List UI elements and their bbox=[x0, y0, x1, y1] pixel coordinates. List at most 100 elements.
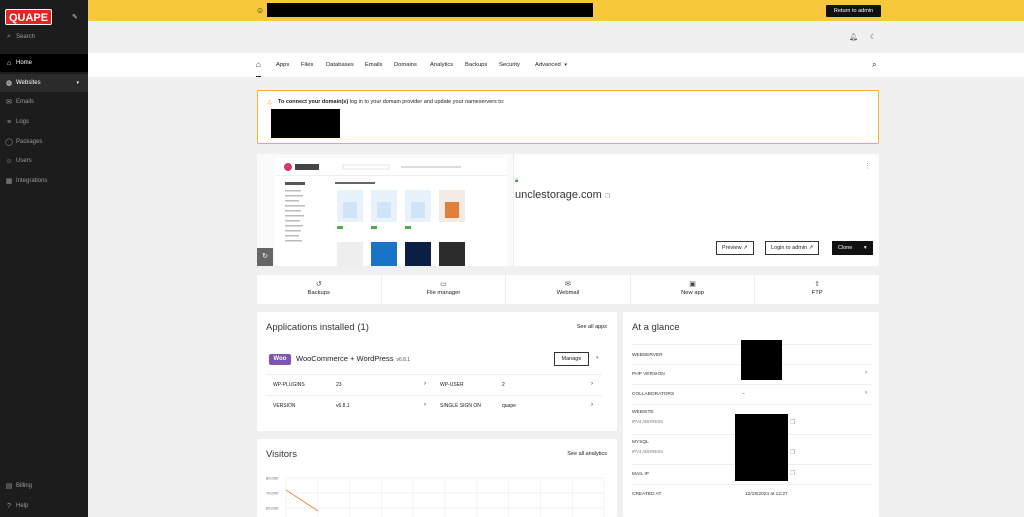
glance-label: MYSQL bbox=[632, 440, 649, 445]
action-webmail[interactable]: ✉ Webmail bbox=[506, 275, 631, 304]
site-preview-image bbox=[275, 163, 507, 266]
impersonation-banner: ☺ Return to admin bbox=[88, 0, 1024, 21]
glance-label: WEBSITE bbox=[632, 410, 654, 415]
search-icon: ⌕ bbox=[7, 33, 11, 40]
website-screenshot[interactable]: ↻ bbox=[257, 154, 514, 266]
see-all-analytics-link[interactable]: See all analytics bbox=[567, 451, 607, 457]
sidebar-item-users[interactable]: ☺ Users bbox=[0, 152, 88, 170]
copy-icon[interactable]: ❐ bbox=[790, 449, 795, 456]
notice-bold: To connect your domain(s) bbox=[278, 99, 349, 105]
tab-backups[interactable]: Backups bbox=[465, 53, 487, 77]
chevron-right-icon: › bbox=[865, 390, 867, 396]
return-to-admin-button[interactable]: Return to admin bbox=[826, 5, 881, 17]
globe-icon: ◍ bbox=[5, 80, 13, 87]
table-row[interactable]: WP-PLUGINS 23 › WP-USER 2 › bbox=[266, 374, 602, 395]
tab-domains[interactable]: Domains bbox=[394, 53, 417, 77]
sidebar-item-integrations[interactable]: ▦ Integrations bbox=[0, 172, 88, 190]
chevron-down-icon: ▾ bbox=[564, 62, 567, 68]
action-new-app[interactable]: ▣ New app bbox=[631, 275, 756, 304]
sidebar-item-label: Emails bbox=[16, 99, 35, 105]
glance-value: – bbox=[742, 392, 745, 397]
website-tab-bar: ⌂ Apps Files Databases Emails Domains An… bbox=[88, 53, 1024, 77]
woocommerce-logo: Woo bbox=[269, 354, 291, 365]
new-app-icon: ▣ bbox=[689, 281, 696, 288]
preview-label: Preview bbox=[722, 245, 742, 251]
billing-icon: ▤ bbox=[5, 483, 13, 490]
sidebar-item-packages[interactable]: ◯ Packages bbox=[0, 133, 88, 151]
tab-advanced-label: Advanced bbox=[535, 62, 561, 68]
sidebar-item-billing[interactable]: ▤ Billing bbox=[0, 477, 88, 495]
sidebar-item-logs[interactable]: ≡ Logs bbox=[0, 113, 88, 131]
row-value: 23 bbox=[336, 382, 342, 388]
tab-emails[interactable]: Emails bbox=[365, 53, 382, 77]
sidebar-item-websites[interactable]: ◍ Websites ▾ bbox=[0, 74, 88, 92]
row-key: WP-PLUGINS bbox=[273, 382, 305, 388]
glance-row-created: CREATED AT 12/19/2024 at 12:27 bbox=[632, 484, 872, 504]
clone-label: Clone bbox=[838, 245, 853, 251]
action-ftp[interactable]: ⇧ FTP bbox=[755, 275, 879, 304]
copy-icon[interactable]: ❐ bbox=[790, 419, 795, 426]
grid-icon: ▦ bbox=[5, 178, 13, 185]
chevron-down-icon[interactable]: ▾ bbox=[596, 355, 599, 361]
tab-apps[interactable]: Apps bbox=[276, 53, 289, 77]
panel-title: Visitors bbox=[266, 449, 297, 460]
app-name: WooCommerce + WordPress v6.8.1 bbox=[296, 354, 410, 363]
copy-icon[interactable]: ❐ bbox=[605, 194, 610, 200]
sidebar-item-search[interactable]: ⌕ Search bbox=[0, 28, 88, 46]
app-details-table: WP-PLUGINS 23 › WP-USER 2 › VERSION v6.8… bbox=[266, 374, 602, 416]
sidebar-item-home[interactable]: ⌂ Home bbox=[0, 54, 88, 72]
manage-button[interactable]: Manage bbox=[554, 352, 589, 366]
sidebar-item-label: Users bbox=[16, 158, 32, 164]
bell-icon[interactable]: 🔔︎ bbox=[849, 33, 858, 41]
tab-databases[interactable]: Databases bbox=[326, 53, 354, 77]
clone-button[interactable]: Clone ▾ bbox=[832, 241, 873, 255]
tab-analytics[interactable]: Analytics bbox=[430, 53, 453, 77]
tab-files[interactable]: Files bbox=[301, 53, 313, 77]
tab-home[interactable]: ⌂ bbox=[256, 53, 261, 77]
glance-row-collaborators[interactable]: COLLABORATORS – › bbox=[632, 384, 872, 404]
more-options-icon[interactable]: ⋮ bbox=[864, 162, 871, 170]
sidebar-item-label: Websites bbox=[16, 80, 41, 86]
quape-logo[interactable]: QUAPE bbox=[5, 9, 52, 25]
home-icon: ⌂ bbox=[6, 59, 12, 67]
external-link-icon: ↗ bbox=[808, 245, 814, 251]
sidebar-item-emails[interactable]: ✉ Emails bbox=[0, 93, 88, 111]
pin-icon[interactable]: ✎ bbox=[72, 13, 78, 21]
at-a-glance-panel: At a glance WEBSERVER PHP VERSION › COLL… bbox=[623, 312, 879, 517]
sidebar-item-help[interactable]: ? Help bbox=[0, 497, 88, 515]
table-row[interactable]: VERSION v6.8.1 › SINGLE SIGN ON quape › bbox=[266, 395, 602, 416]
search-icon[interactable]: ⌕ bbox=[872, 53, 876, 77]
glance-label: MAIL IP bbox=[632, 472, 649, 477]
redacted-block bbox=[741, 340, 782, 380]
row-key: WP-USER bbox=[440, 382, 464, 388]
login-label: Login to admin bbox=[771, 245, 808, 251]
sidebar-item-label: Logs bbox=[16, 119, 30, 125]
action-label: New app bbox=[681, 290, 705, 296]
domain-text: unclestorage.com bbox=[515, 189, 602, 201]
chart-grid bbox=[285, 477, 605, 517]
tab-advanced[interactable]: Advanced ▾ bbox=[535, 53, 567, 77]
row-value: 2 bbox=[502, 382, 505, 388]
action-backups[interactable]: ↺ Backups bbox=[257, 275, 382, 304]
quick-actions: ↺ Backups ▭ File manager ✉ Webmail ▣ New… bbox=[257, 275, 879, 304]
row-key: SINGLE SIGN ON bbox=[440, 403, 481, 409]
login-to-admin-button[interactable]: Login to admin ↗ bbox=[765, 241, 820, 255]
copy-icon[interactable]: ❐ bbox=[790, 470, 795, 477]
row-value: quape bbox=[502, 403, 516, 409]
moon-icon[interactable]: ☾ bbox=[870, 33, 876, 41]
see-all-apps-link[interactable]: See all apps bbox=[577, 324, 607, 330]
sidebar: QUAPE ✎ ⌕ Search ⌂ Home ◍ Websites ▾ ✉ E… bbox=[0, 0, 88, 517]
backup-icon: ↺ bbox=[315, 281, 322, 288]
action-file-manager[interactable]: ▭ File manager bbox=[382, 275, 507, 304]
website-domain[interactable]: unclestorage.com ❐ bbox=[515, 189, 610, 201]
chart-tick-label: 60,000 bbox=[266, 506, 279, 511]
chart-tick-label: 80,000 bbox=[266, 476, 279, 481]
visitors-panel: Visitors See all analytics 80,000 70,000 6… bbox=[257, 439, 617, 517]
refresh-icon[interactable]: ↻ bbox=[257, 248, 273, 266]
list-icon: ≡ bbox=[6, 118, 12, 126]
app-name-text: WooCommerce + WordPress bbox=[296, 354, 394, 363]
preview-button[interactable]: Preview ↗ bbox=[716, 241, 754, 255]
visitors-chart: 80,000 70,000 60,000 bbox=[266, 476, 605, 517]
tab-security[interactable]: Security bbox=[499, 53, 520, 77]
sidebar-item-label: Home bbox=[16, 60, 33, 66]
